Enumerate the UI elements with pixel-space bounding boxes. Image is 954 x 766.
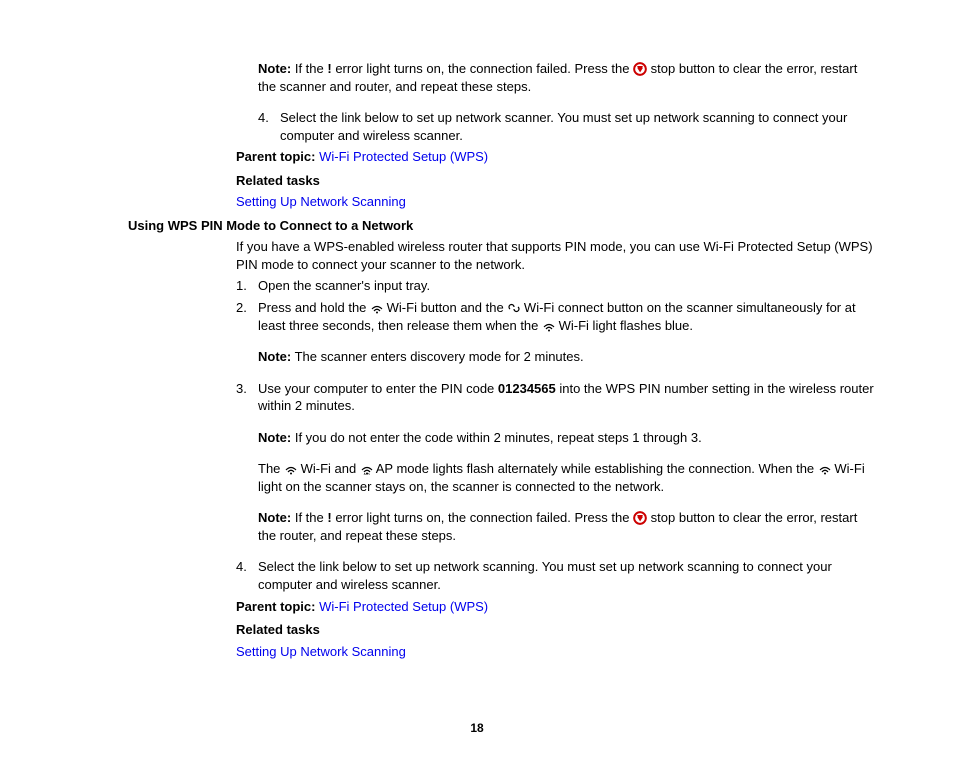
step-text: Press and hold the Wi-Fi button and the … — [258, 299, 874, 334]
step-1: 1. Open the scanner's input tray. — [236, 277, 874, 295]
step-2: 2. Press and hold the Wi-Fi button and t… — [236, 299, 874, 334]
step-4: 4. Select the link below to set up netwo… — [236, 558, 874, 593]
wifi-icon — [284, 462, 297, 475]
parent-topic-link[interactable]: Wi-Fi Protected Setup (WPS) — [319, 599, 488, 614]
note-text: Note: If the ! error light turns on, the… — [258, 509, 874, 544]
parent-topic-label: Parent topic: — [236, 599, 315, 614]
note-label: Note: — [258, 510, 291, 525]
step-text: Use your computer to enter the PIN code … — [258, 380, 874, 415]
note-text: Note: If you do not enter the code withi… — [258, 429, 874, 447]
note-label: Note: — [258, 349, 291, 364]
page-number: 18 — [40, 720, 914, 736]
step-number: 4. — [258, 109, 280, 144]
step-number: 3. — [236, 380, 258, 415]
body-text: The Wi-Fi and AP mode lights flash alter… — [258, 460, 874, 495]
step-4: 4. Select the link below to set up netwo… — [258, 109, 874, 144]
step-number: 4. — [236, 558, 258, 593]
parent-topic-row: Parent topic: Wi-Fi Protected Setup (WPS… — [236, 148, 874, 166]
stop-icon — [633, 511, 647, 525]
pin-code: 01234565 — [498, 381, 556, 396]
step-number: 2. — [236, 299, 258, 334]
note-label: Note: — [258, 430, 291, 445]
step-text: Select the link below to set up network … — [258, 558, 874, 593]
related-task-link[interactable]: Setting Up Network Scanning — [236, 644, 406, 659]
step-number: 1. — [236, 277, 258, 295]
link-icon — [507, 301, 520, 314]
note-text: Note: The scanner enters discovery mode … — [258, 348, 874, 366]
wifi-ap-icon — [360, 462, 373, 475]
parent-topic-label: Parent topic: — [236, 149, 315, 164]
related-task-link[interactable]: Setting Up Network Scanning — [236, 194, 406, 209]
wifi-icon — [818, 462, 831, 475]
note-text: Note: If the ! error light turns on, the… — [258, 60, 874, 95]
intro-text: If you have a WPS-enabled wireless route… — [236, 238, 874, 273]
related-tasks-label: Related tasks — [236, 172, 874, 190]
section-heading: Using WPS PIN Mode to Connect to a Netwo… — [128, 217, 874, 235]
step-text: Open the scanner's input tray. — [258, 277, 874, 295]
step-text: Select the link below to set up network … — [280, 109, 874, 144]
wifi-icon — [542, 319, 555, 332]
parent-topic-link[interactable]: Wi-Fi Protected Setup (WPS) — [319, 149, 488, 164]
step-3: 3. Use your computer to enter the PIN co… — [236, 380, 874, 415]
note-label: Note: — [258, 61, 291, 76]
related-tasks-label: Related tasks — [236, 621, 874, 639]
parent-topic-row: Parent topic: Wi-Fi Protected Setup (WPS… — [236, 598, 874, 616]
wifi-icon — [370, 301, 383, 314]
stop-icon — [633, 62, 647, 76]
